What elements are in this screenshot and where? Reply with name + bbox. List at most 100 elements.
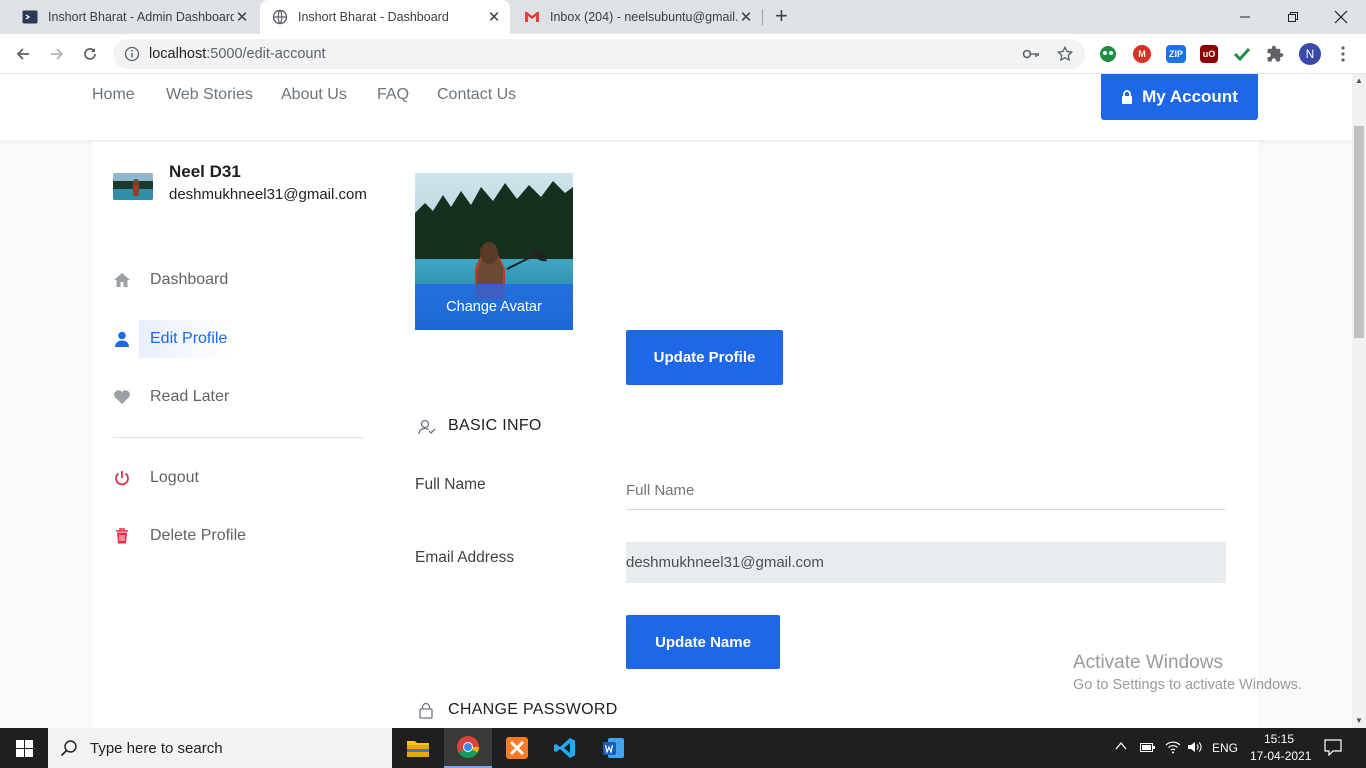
address-bar[interactable]: localhost:5000/edit-account: [113, 39, 1085, 69]
user-check-icon: [418, 418, 436, 441]
user-icon: [113, 330, 131, 348]
nav-web-stories-link[interactable]: Web Stories: [166, 86, 253, 104]
email-address-value: deshmukhneel31@gmail.com: [626, 554, 824, 571]
tray-chevron-up-icon[interactable]: [1115, 740, 1127, 755]
tab-title: Inbox (204) - neelsubuntu@gmail.com: [550, 10, 738, 24]
user-name: Neel D31: [169, 162, 241, 181]
reload-button[interactable]: [79, 43, 101, 65]
change-password-heading: CHANGE PASSWORD: [448, 701, 618, 718]
taskbar-search-box[interactable]: Type here to search: [48, 728, 392, 768]
sidebar-item-read-later[interactable]: Read Later: [113, 378, 229, 416]
tab-title: Inshort Bharat - Dashboard: [298, 10, 449, 24]
full-name-label: Full Name: [415, 476, 486, 493]
browser-tab-strip: Inshort Bharat - Admin Dashboard ✕ Insho…: [0, 0, 1366, 34]
activate-windows-title: Activate Windows: [1073, 652, 1223, 673]
sidebar-item-label: Edit Profile: [150, 330, 228, 347]
forward-button[interactable]: [46, 43, 68, 65]
network-icon[interactable]: [1165, 740, 1181, 757]
home-icon: [113, 271, 131, 289]
site-top-navigation: Home Web Stories About Us FAQ Contact Us…: [0, 74, 1352, 140]
search-icon: [60, 739, 78, 757]
clock-time[interactable]: 15:15: [1264, 732, 1294, 746]
lock-outline-icon: [419, 702, 433, 724]
change-avatar-button[interactable]: Change Avatar: [415, 284, 573, 330]
back-button[interactable]: [12, 43, 34, 65]
activate-windows-subtitle: Go to Settings to activate Windows.: [1073, 677, 1302, 693]
update-name-button[interactable]: Update Name: [626, 615, 780, 669]
profile-avatar-button[interactable]: N: [1299, 43, 1321, 65]
file-explorer-icon[interactable]: [394, 728, 442, 768]
key-icon[interactable]: [1022, 47, 1040, 66]
battery-icon[interactable]: [1140, 741, 1156, 756]
page-scrollbar[interactable]: ▲ ▼: [1352, 74, 1366, 728]
sidebar-item-label: Read Later: [150, 388, 230, 405]
bookmark-star-icon[interactable]: [1056, 45, 1074, 68]
nav-home-link[interactable]: Home: [92, 86, 135, 104]
sidebar-divider: [113, 437, 363, 438]
nav-faq-link[interactable]: FAQ: [377, 86, 409, 104]
power-icon: [113, 469, 131, 487]
menu-kebab-icon[interactable]: [1336, 44, 1350, 69]
sidebar-item-logout[interactable]: Logout: [113, 459, 199, 497]
windows-start-button[interactable]: [0, 728, 48, 768]
email-address-label: Email Address: [415, 549, 515, 566]
close-icon[interactable]: ✕: [486, 8, 502, 26]
nav-contact-us-link[interactable]: Contact Us: [437, 86, 516, 104]
url-text[interactable]: localhost:5000/edit-account: [149, 46, 326, 62]
chrome-taskbar-icon[interactable]: [444, 728, 492, 768]
tab-separator: [762, 9, 763, 25]
scrollbar-thumb[interactable]: [1354, 126, 1364, 338]
full-name-input[interactable]: [626, 472, 1226, 510]
sidebar-item-label: Dashboard: [150, 271, 229, 288]
search-placeholder: Type here to search: [90, 739, 223, 757]
restore-button[interactable]: [1270, 4, 1316, 30]
new-tab-button[interactable]: +: [775, 5, 788, 27]
my-account-button[interactable]: My Account: [1101, 74, 1258, 120]
nav-about-us-link[interactable]: About Us: [281, 86, 347, 104]
scroll-up-arrow[interactable]: ▲: [1355, 76, 1363, 85]
tab-gmail-inbox[interactable]: Inbox (204) - neelsubuntu@gmail.com ✕: [512, 0, 762, 34]
clock-date[interactable]: 17-04-2021: [1250, 749, 1311, 763]
sidebar-item-dashboard[interactable]: Dashboard: [113, 261, 228, 299]
extension-alien-icon[interactable]: [1099, 45, 1117, 63]
heart-icon: [113, 388, 131, 406]
word-icon[interactable]: [590, 728, 638, 768]
minimize-button[interactable]: [1222, 4, 1268, 30]
tab-title: Inshort Bharat - Admin Dashboard: [48, 10, 234, 24]
scroll-down-arrow[interactable]: ▼: [1355, 716, 1363, 725]
volume-icon[interactable]: [1187, 740, 1203, 757]
extension-ublock-icon[interactable]: uO: [1200, 45, 1218, 63]
tab-dashboard[interactable]: Inshort Bharat - Dashboard ✕: [260, 0, 510, 34]
extension-zip-icon[interactable]: ZIP: [1166, 45, 1186, 63]
user-avatar-thumbnail: [113, 173, 153, 200]
terminal-icon: [22, 9, 38, 25]
sidebar-item-edit-profile[interactable]: Edit Profile: [113, 320, 227, 358]
globe-icon: [272, 9, 288, 25]
close-icon[interactable]: ✕: [738, 8, 754, 26]
xampp-icon[interactable]: [493, 728, 541, 768]
sidebar-item-label: Delete Profile: [150, 527, 247, 544]
close-window-button[interactable]: [1318, 4, 1364, 30]
trash-icon: [113, 527, 131, 545]
windows-taskbar: Type here to search ENG 15:15 17-04-2021: [0, 728, 1366, 768]
basic-info-heading: BASIC INFO: [448, 417, 542, 434]
extension-mega-icon[interactable]: M: [1133, 45, 1151, 63]
vscode-icon[interactable]: [541, 728, 589, 768]
gmail-icon: [524, 9, 540, 25]
notification-icon[interactable]: [1324, 739, 1342, 759]
update-profile-button[interactable]: Update Profile: [626, 330, 783, 385]
sidebar-item-delete-profile[interactable]: Delete Profile: [113, 517, 246, 555]
user-email: deshmukhneel31@gmail.com: [169, 186, 367, 203]
extensions-puzzle-icon[interactable]: [1266, 45, 1284, 63]
extension-checkmark-icon[interactable]: [1233, 45, 1251, 63]
language-indicator[interactable]: ENG: [1212, 741, 1238, 755]
browser-toolbar: localhost:5000/edit-account M ZIP uO N: [0, 34, 1366, 74]
page-viewport: Home Web Stories About Us FAQ Contact Us…: [0, 74, 1352, 728]
account-sidebar: [92, 142, 384, 728]
tab-admin-dashboard[interactable]: Inshort Bharat - Admin Dashboard ✕: [12, 0, 258, 34]
sidebar-item-label: Logout: [150, 469, 199, 486]
info-icon[interactable]: [124, 46, 140, 67]
close-icon[interactable]: ✕: [234, 8, 250, 26]
email-address-field: deshmukhneel31@gmail.com: [626, 542, 1226, 583]
my-account-label: My Account: [1142, 87, 1238, 106]
